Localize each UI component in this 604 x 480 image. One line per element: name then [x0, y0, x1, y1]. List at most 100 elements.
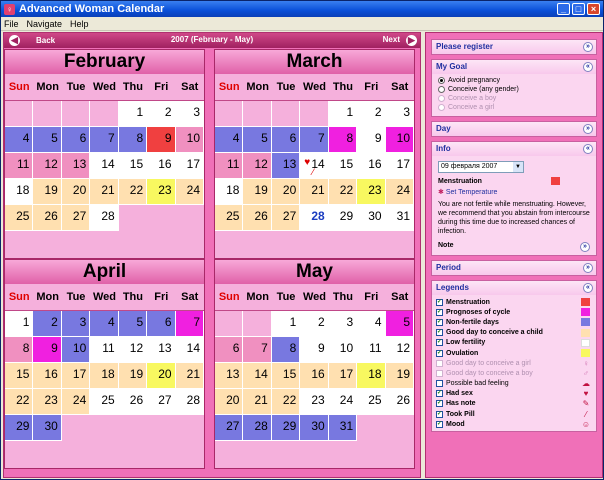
- legend-row[interactable]: ✓ Menstruation: [436, 297, 592, 307]
- day-cell[interactable]: 28: [300, 205, 329, 231]
- day-cell[interactable]: 5: [385, 311, 414, 337]
- legend-row[interactable]: ✓ Non-fertile days: [436, 317, 592, 327]
- day-cell[interactable]: 7: [243, 337, 272, 363]
- checkbox[interactable]: ✓: [436, 420, 443, 428]
- day-cell[interactable]: 27: [215, 415, 244, 441]
- day-cell[interactable]: 27: [271, 205, 301, 231]
- day-cell[interactable]: 6: [147, 311, 176, 337]
- day-cell[interactable]: 23: [147, 179, 176, 205]
- day-cell[interactable]: 30: [33, 415, 62, 441]
- day-cell[interactable]: 7: [300, 127, 329, 153]
- day-cell[interactable]: 18: [357, 363, 386, 389]
- day-cell[interactable]: 28: [243, 415, 272, 441]
- day-cell[interactable]: 14 ♥ ⁄: [300, 153, 329, 179]
- legend-row[interactable]: ✓ Good day to conceive a child: [436, 328, 592, 338]
- maximize-button[interactable]: □: [572, 3, 585, 15]
- day-cell[interactable]: 15: [271, 363, 301, 389]
- day-cell[interactable]: 24: [385, 179, 414, 205]
- legend-row[interactable]: ✓ Prognoses of cycle: [436, 307, 592, 317]
- day-cell[interactable]: 19: [33, 179, 62, 205]
- period-header[interactable]: Period »: [432, 261, 596, 275]
- day-cell[interactable]: 5: [243, 127, 272, 153]
- day-cell[interactable]: 28: [175, 389, 204, 415]
- day-cell[interactable]: 10: [175, 127, 204, 153]
- day-cell[interactable]: 24: [175, 179, 204, 205]
- day-cell[interactable]: 16: [147, 153, 176, 179]
- day-cell[interactable]: 12: [118, 337, 148, 363]
- day-cell[interactable]: 28: [90, 205, 119, 231]
- day-cell[interactable]: 20: [215, 389, 244, 415]
- legend-row[interactable]: ✓ Has note ✎: [436, 399, 592, 409]
- day-cell[interactable]: 27: [147, 389, 176, 415]
- day-cell[interactable]: 1: [328, 101, 358, 127]
- day-cell[interactable]: 9: [147, 127, 176, 153]
- checkbox[interactable]: ✓: [436, 349, 443, 357]
- day-cell[interactable]: 15: [5, 363, 34, 389]
- day-cell[interactable]: 25: [215, 205, 244, 231]
- day-cell[interactable]: 20: [61, 179, 91, 205]
- day-cell[interactable]: 22: [271, 389, 301, 415]
- day-cell[interactable]: 25: [5, 205, 34, 231]
- legend-row[interactable]: Good day to conceive a girl ♀: [436, 358, 592, 368]
- day-cell[interactable]: 29: [5, 415, 34, 441]
- day-cell[interactable]: 25: [90, 389, 119, 415]
- day-cell[interactable]: 20: [147, 363, 176, 389]
- legend-row[interactable]: Possible bad feeling ☁: [436, 379, 592, 389]
- day-cell[interactable]: 31: [328, 415, 358, 441]
- day-cell[interactable]: 22: [328, 179, 358, 205]
- day-cell[interactable]: 6: [61, 127, 91, 153]
- day-cell[interactable]: 14: [243, 363, 272, 389]
- day-cell[interactable]: 3: [175, 101, 204, 127]
- day-cell[interactable]: 9: [357, 127, 386, 153]
- day-cell[interactable]: 5: [118, 311, 148, 337]
- next-button[interactable]: Next: [383, 35, 400, 44]
- day-cell[interactable]: 21: [243, 389, 272, 415]
- legend-row[interactable]: ✓ Low fertility: [436, 338, 592, 348]
- day-cell[interactable]: 17: [328, 363, 358, 389]
- register-link[interactable]: Please register: [436, 42, 493, 51]
- menu-navigate[interactable]: Navigate: [27, 19, 63, 29]
- day-cell[interactable]: 26: [118, 389, 148, 415]
- chevron-down-icon[interactable]: »: [580, 242, 590, 252]
- day-cell[interactable]: 2: [357, 101, 386, 127]
- day-cell[interactable]: 17: [61, 363, 91, 389]
- menu-file[interactable]: File: [4, 19, 19, 29]
- day-cell[interactable]: 7: [90, 127, 119, 153]
- day-cell[interactable]: 30: [357, 205, 386, 231]
- day-cell[interactable]: 12: [243, 153, 272, 179]
- day-cell[interactable]: 13: [271, 153, 301, 179]
- legends-header[interactable]: Legends «: [432, 281, 596, 295]
- day-cell[interactable]: 9: [33, 337, 62, 363]
- day-cell[interactable]: 20: [271, 179, 301, 205]
- checkbox[interactable]: ✓: [436, 318, 443, 326]
- day-cell[interactable]: 30: [300, 415, 329, 441]
- day-cell[interactable]: 19: [243, 179, 272, 205]
- day-cell[interactable]: 11: [357, 337, 386, 363]
- chevron-up-icon[interactable]: «: [583, 283, 593, 293]
- day-cell[interactable]: 24: [328, 389, 358, 415]
- radio-icon[interactable]: [438, 104, 445, 111]
- day-cell[interactable]: 5: [33, 127, 62, 153]
- day-cell[interactable]: 31: [385, 205, 414, 231]
- day-cell[interactable]: 19: [118, 363, 148, 389]
- close-button[interactable]: ×: [587, 3, 600, 15]
- day-cell[interactable]: 1: [271, 311, 301, 337]
- day-cell[interactable]: 1: [5, 311, 34, 337]
- chevron-up-icon[interactable]: «: [583, 62, 593, 72]
- info-header[interactable]: Info «: [432, 142, 596, 156]
- legend-row[interactable]: ✓ Took Pill ⁄: [436, 409, 592, 419]
- checkbox[interactable]: ✓: [436, 339, 443, 347]
- day-cell[interactable]: 12: [33, 153, 62, 179]
- day-cell[interactable]: 9: [300, 337, 329, 363]
- chevron-up-icon[interactable]: «: [583, 144, 593, 154]
- checkbox[interactable]: ✓: [436, 308, 443, 316]
- day-cell[interactable]: 3: [328, 311, 358, 337]
- day-cell[interactable]: 11: [5, 153, 34, 179]
- day-cell[interactable]: 25: [357, 389, 386, 415]
- checkbox[interactable]: ✓: [436, 329, 443, 337]
- radio-icon[interactable]: [438, 77, 445, 84]
- day-cell[interactable]: 3: [61, 311, 91, 337]
- day-cell[interactable]: 2: [147, 101, 176, 127]
- day-cell[interactable]: 8: [271, 337, 301, 363]
- day-cell[interactable]: 15: [118, 153, 148, 179]
